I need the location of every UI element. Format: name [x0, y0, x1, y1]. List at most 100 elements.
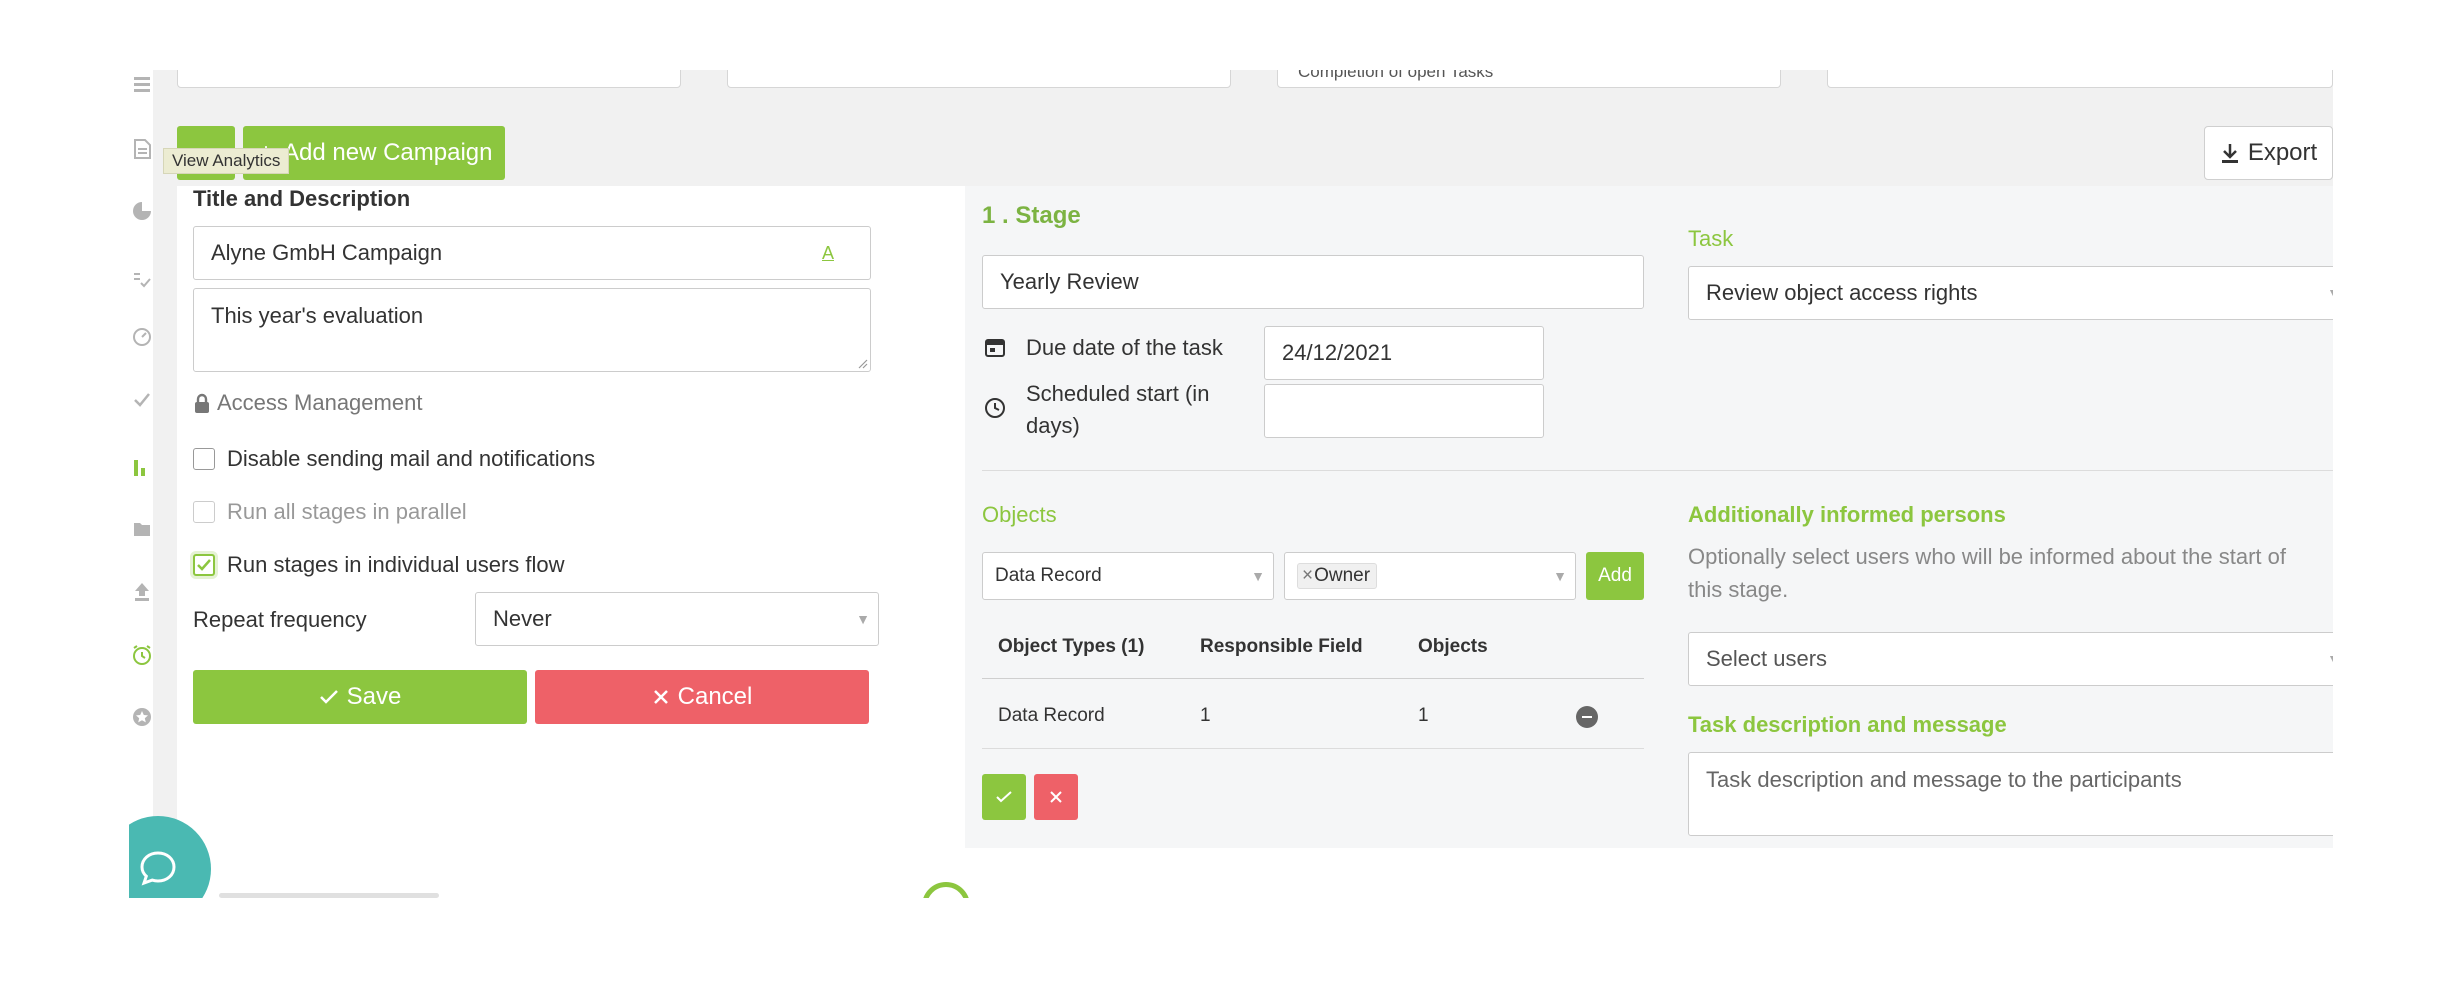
stage-title: 1 . Stage — [982, 202, 1081, 229]
save-button[interactable]: Save — [193, 670, 527, 724]
close-icon — [1050, 791, 1062, 803]
informed-persons-help: Optionally select users who will be info… — [1688, 540, 2333, 606]
scheduled-start-label-line2: days) — [1026, 413, 1080, 438]
folder-icon[interactable] — [131, 518, 153, 540]
informed-persons-label: Additionally informed persons — [1688, 502, 2006, 527]
select-users-dropdown[interactable]: Select users ▼ — [1688, 632, 2333, 686]
download-icon — [2221, 144, 2238, 163]
bottom-scroll-indicator — [219, 893, 439, 898]
stage-divider — [982, 470, 2333, 471]
checkmark-icon — [197, 559, 211, 571]
campaign-description-textarea[interactable]: This year's evaluation — [193, 288, 871, 372]
campaign-form: Title and Description Alyne GmbH Campaig… — [177, 186, 2333, 898]
filter-select-3-value: Completion of open Tasks — [1298, 70, 1494, 81]
confirm-objects-button[interactable] — [982, 774, 1026, 820]
repeat-frequency-select[interactable]: Never ▼ — [475, 592, 879, 646]
campaign-description-value: This year's evaluation — [211, 303, 424, 328]
document-icon[interactable] — [131, 138, 153, 160]
chevron-down-icon: ▼ — [1251, 568, 1265, 584]
campaign-title-value: Alyne GmbH Campaign — [211, 240, 443, 265]
object-type-value: Data Record — [995, 565, 1102, 586]
chevron-down-icon: ▼ — [2327, 285, 2333, 301]
owner-tag[interactable]: ×Owner — [1297, 563, 1378, 589]
stage-name-input[interactable]: Yearly Review — [982, 255, 1644, 309]
upload-icon[interactable] — [131, 580, 153, 602]
calendar-icon — [985, 339, 1005, 357]
campaign-title-input[interactable]: Alyne GmbH Campaign A — [193, 226, 871, 280]
table-header-divider — [982, 678, 1644, 679]
tooltip: View Analytics — [163, 148, 290, 174]
remove-row-icon[interactable] — [1576, 706, 1598, 728]
task-description-placeholder: Task description and message to the part… — [1706, 767, 2182, 792]
check-icon[interactable] — [131, 388, 153, 410]
icon-sidebar — [129, 70, 153, 898]
cancel-label: Cancel — [677, 683, 753, 710]
star-badge-icon[interactable] — [131, 706, 153, 728]
disable-mail-option[interactable]: Disable sending mail and notifications — [193, 446, 595, 472]
individual-flow-option[interactable]: Run stages in individual users flow — [193, 552, 565, 578]
parallel-label: Run all stages in parallel — [227, 499, 467, 524]
export-label: Export — [2247, 139, 2318, 166]
checklist-icon[interactable] — [131, 268, 153, 290]
table-header-responsible-field: Responsible Field — [1200, 636, 1363, 657]
lock-icon — [195, 393, 209, 413]
due-date-label: Due date of the task — [1026, 335, 1223, 360]
individual-flow-checkbox[interactable] — [193, 554, 215, 576]
parallel-option[interactable]: Run all stages in parallel — [193, 499, 467, 525]
row-object-type: Data Record — [998, 705, 1105, 726]
filter-select-1[interactable] — [177, 70, 681, 88]
task-select[interactable]: Review object access rights ▼ — [1688, 266, 2333, 320]
discard-objects-button[interactable] — [1034, 774, 1078, 820]
task-description-textarea[interactable]: Task description and message to the part… — [1688, 752, 2333, 836]
informed-help-line1: Optionally select users who will be info… — [1688, 544, 2286, 569]
table-header-objects: Objects — [1418, 636, 1488, 657]
access-management-label: Access Management — [217, 390, 423, 415]
task-description-label: Task description and message — [1688, 712, 2007, 737]
parallel-checkbox[interactable] — [193, 501, 215, 523]
task-value: Review object access rights — [1706, 280, 1978, 305]
scheduled-start-label-line1: Scheduled start (in — [1026, 381, 1210, 406]
row-responsible-field: 1 — [1200, 705, 1211, 726]
chat-icon — [140, 851, 176, 886]
filter-select-3[interactable]: Completion of open Tasks — [1277, 70, 1781, 88]
tag-remove-icon[interactable]: × — [1302, 565, 1313, 586]
owner-tag-label: Owner — [1314, 565, 1371, 586]
cancel-button[interactable]: Cancel — [535, 670, 869, 724]
filter-select-4[interactable] — [1827, 70, 2333, 88]
table-row-divider — [982, 748, 1644, 749]
due-date-input[interactable]: 24/12/2021 — [1264, 326, 1544, 380]
pie-chart-icon[interactable] — [131, 200, 153, 222]
filter-select-2[interactable] — [727, 70, 1231, 88]
task-label: Task — [1688, 226, 1734, 251]
gauge-icon[interactable] — [131, 326, 153, 348]
text-format-icon[interactable]: A — [822, 243, 834, 264]
analytics-icon[interactable] — [131, 456, 153, 478]
disable-mail-checkbox[interactable] — [193, 448, 215, 470]
clock-icon — [985, 398, 1005, 418]
add-campaign-label: Add new Campaign — [283, 139, 493, 166]
list-icon[interactable] — [131, 74, 153, 96]
save-label: Save — [346, 683, 402, 710]
repeat-frequency-label: Repeat frequency — [193, 607, 367, 632]
add-object-button[interactable]: Add — [1586, 552, 1644, 600]
repeat-frequency-value: Never — [493, 606, 552, 631]
chevron-down-icon: ▼ — [1553, 568, 1567, 584]
chevron-down-icon: ▼ — [856, 611, 870, 627]
row-objects: 1 — [1418, 705, 1429, 726]
section-title: Title and Description — [193, 186, 411, 211]
access-management-link[interactable]: Access Management — [193, 390, 422, 416]
responsible-field-select[interactable]: ×Owner ▼ — [1284, 552, 1576, 600]
select-users-placeholder: Select users — [1706, 646, 1828, 671]
individual-flow-label: Run stages in individual users flow — [227, 552, 565, 577]
stage-name-value: Yearly Review — [1000, 269, 1139, 294]
export-button[interactable]: Export — [2204, 126, 2333, 180]
add-object-label: Add — [1598, 565, 1632, 586]
object-type-select[interactable]: Data Record ▼ — [982, 552, 1274, 600]
disable-mail-label: Disable sending mail and notifications — [227, 446, 596, 471]
campaign-app: Completion of open Tasks + Add new Campa… — [129, 70, 2333, 898]
resize-grip-icon[interactable] — [856, 357, 868, 369]
scheduled-start-input[interactable] — [1264, 384, 1544, 438]
check-icon — [319, 690, 338, 704]
timer-icon[interactable] — [131, 644, 153, 666]
due-date-value: 24/12/2021 — [1282, 340, 1393, 365]
